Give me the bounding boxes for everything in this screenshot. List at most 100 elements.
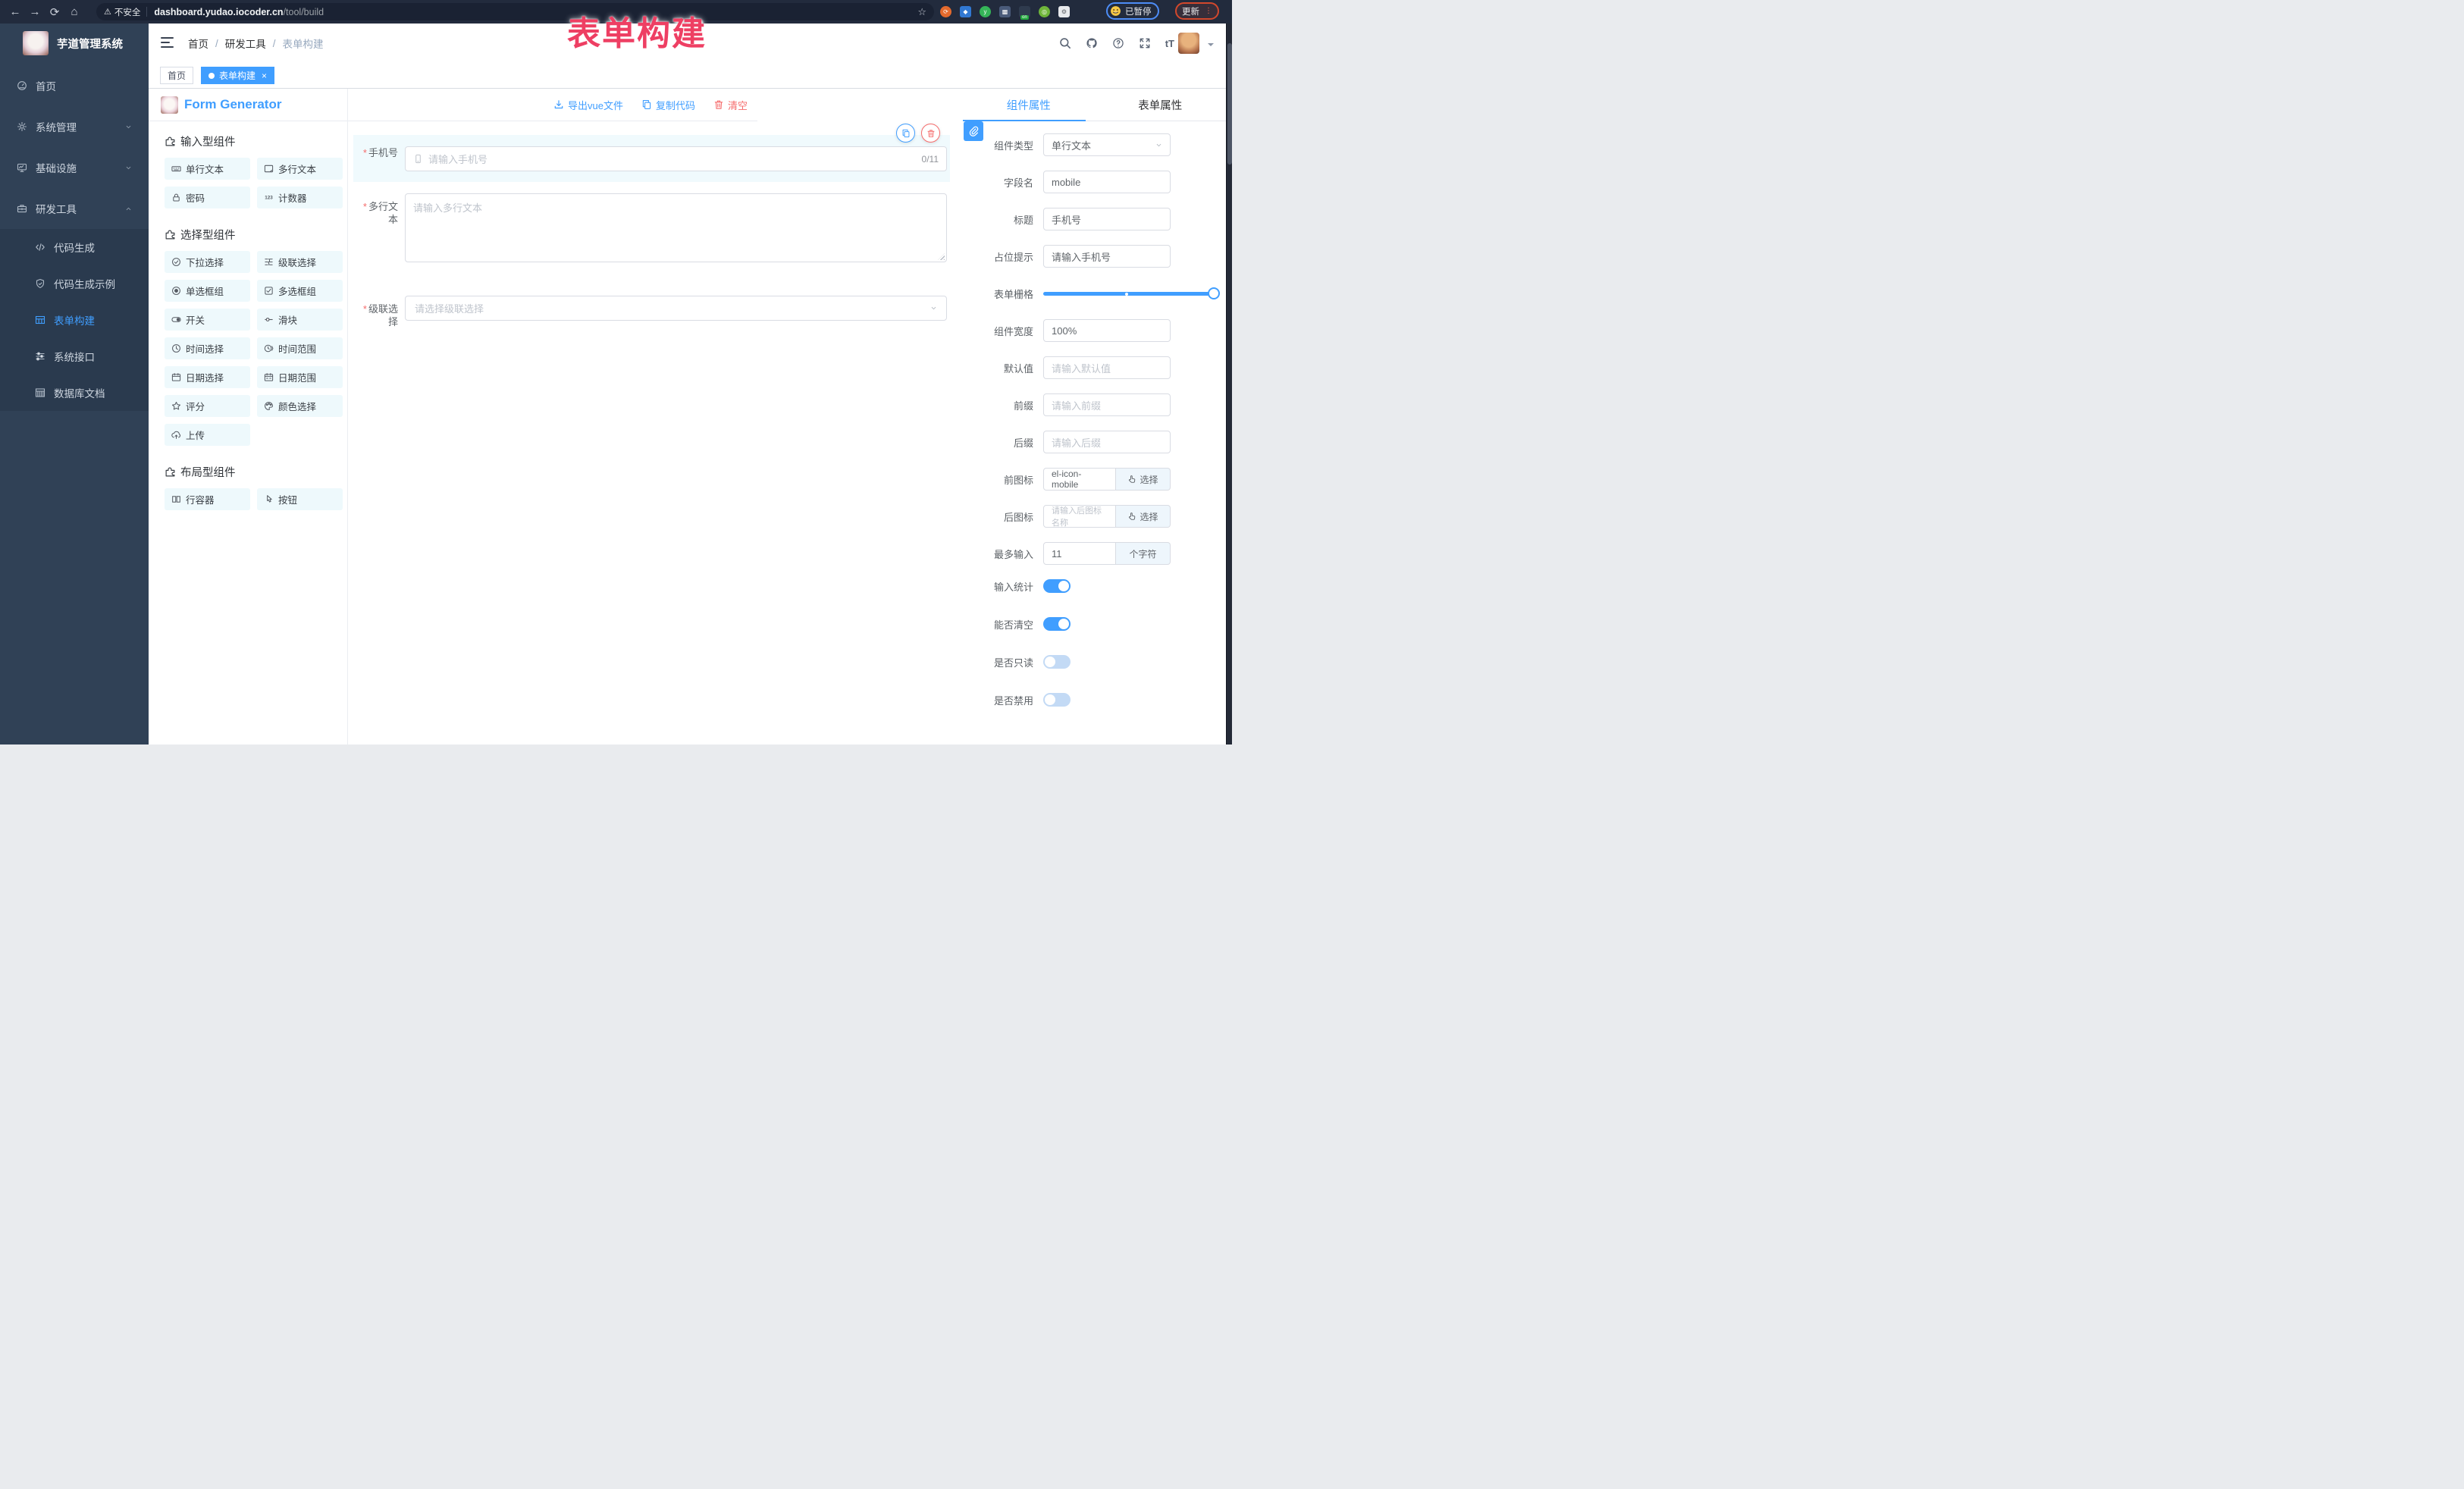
prefix-input[interactable]: 请输入前缀 [1043, 393, 1171, 416]
canvas-field-mobile[interactable]: *手机号 请输入手机号 0/11 [353, 135, 950, 182]
export-vue-button[interactable]: 导出vue文件 [553, 98, 623, 112]
duplicate-field-button[interactable] [896, 124, 915, 143]
bookmark-star-icon[interactable]: ☆ [917, 6, 926, 18]
palette-item-switch[interactable]: 开关 [165, 309, 250, 331]
address-bar[interactable]: ⚠ 不安全 dashboard.yudao.iocoder.cn /tool/b… [96, 3, 934, 20]
github-icon[interactable] [1086, 37, 1098, 49]
extension-on-icon[interactable]: on [1019, 6, 1030, 17]
drawer-link-button[interactable] [964, 121, 983, 141]
palette-item-select[interactable]: 下拉选择 [165, 251, 250, 273]
disabled-toggle[interactable] [1043, 693, 1071, 707]
canvas-field-cascader[interactable]: *级联选择 请选择级联选择 [353, 296, 950, 328]
clear-button[interactable]: 清空 [713, 98, 748, 112]
puzzle-icon [165, 229, 176, 240]
sidebar-item-codegen[interactable]: 代码生成 [0, 229, 149, 265]
search-icon[interactable] [1059, 37, 1071, 49]
cascader-select[interactable]: 请选择级联选择 [405, 296, 947, 321]
tag-home[interactable]: 首页 [160, 67, 193, 84]
palette-item-date-range[interactable]: 日期范围 [257, 366, 343, 388]
slider-handle[interactable] [1208, 287, 1220, 299]
scrollbar-thumb[interactable] [1227, 43, 1232, 165]
sidebar-logo[interactable]: 芋道管理系统 [0, 24, 149, 63]
mobile-input[interactable]: 请输入手机号 0/11 [405, 146, 947, 171]
palette-item-row-container[interactable]: 行容器 [165, 488, 250, 510]
tab-form-props[interactable]: 表单属性 [1095, 89, 1227, 121]
breadcrumb-home[interactable]: 首页 [188, 36, 208, 51]
palette-item-password[interactable]: 密码 [165, 187, 250, 208]
extension-refresh-icon[interactable]: ⟳ [940, 6, 951, 17]
palette-item-color-picker[interactable]: 颜色选择 [257, 395, 343, 417]
sidebar-item-api[interactable]: 系统接口 [0, 338, 149, 375]
sidebar-item-infra[interactable]: 基础设施 [0, 147, 149, 188]
maxlength-input[interactable]: 11 [1043, 542, 1116, 565]
palette-item-time-picker[interactable]: 时间选择 [165, 337, 250, 359]
extension-ghost-icon[interactable]: ◎ [1039, 6, 1050, 17]
prefix-icon-input[interactable]: el-icon-mobile [1043, 468, 1116, 491]
tag-form-builder[interactable]: 表单构建 × [201, 67, 274, 84]
tag-label: 首页 [168, 69, 186, 82]
sidebar-item-home[interactable]: 首页 [0, 65, 149, 106]
placeholder-input[interactable]: 请输入手机号 [1043, 245, 1171, 268]
security-label[interactable]: 不安全 [114, 6, 141, 18]
tab-component-props[interactable]: 组件属性 [963, 89, 1095, 121]
palette-item-checkbox-group[interactable]: 多选框组 [257, 280, 343, 302]
close-icon[interactable]: × [262, 71, 267, 81]
field-name-input[interactable]: mobile [1043, 171, 1171, 193]
update-button[interactable]: 更新 ⋮ [1175, 2, 1219, 20]
title-input[interactable]: 手机号 [1043, 208, 1171, 230]
extension-y-icon[interactable]: y [980, 6, 991, 17]
browser-back-button[interactable]: ← [6, 0, 24, 24]
canvas-field-textarea[interactable]: *多行文本 请输入多行文本 [353, 193, 950, 262]
grid-slider[interactable] [1043, 282, 1218, 305]
sidebar-item-db-doc[interactable]: 数据库文档 [0, 375, 149, 411]
browser-home-button[interactable]: ⌂ [65, 0, 83, 24]
suffix-icon-choose-button[interactable]: 选择 [1116, 505, 1171, 528]
palette-item-counter[interactable]: 计数器 [257, 187, 343, 208]
palette-item-button[interactable]: 按钮 [257, 488, 343, 510]
delete-field-button[interactable] [921, 124, 940, 143]
breadcrumb-devtools[interactable]: 研发工具 [225, 36, 266, 51]
slider-track[interactable] [1043, 292, 1218, 296]
component-type-select[interactable]: 单行文本 [1043, 133, 1171, 156]
browser-reload-button[interactable]: ⟳ [45, 0, 64, 24]
page-scrollbar[interactable] [1226, 24, 1232, 744]
user-avatar[interactable] [1178, 33, 1199, 54]
sidebar-item-codegen-demo[interactable]: 代码生成示例 [0, 265, 149, 302]
font-size-icon[interactable]: tT [1165, 38, 1174, 49]
readonly-toggle[interactable] [1043, 655, 1071, 669]
palette-item-rate[interactable]: 评分 [165, 395, 250, 417]
kebab-menu-icon[interactable]: ⋮ [1205, 10, 1212, 13]
help-icon[interactable] [1112, 37, 1124, 49]
palette-item-textarea[interactable]: 多行文本 [257, 158, 343, 180]
properties-panel: 组件属性 表单属性 组件类型 单行文本 字段名 mobil [963, 89, 1226, 744]
palette-item-single-line-text[interactable]: 单行文本 [165, 158, 250, 180]
palette-item-date-picker[interactable]: 日期选择 [165, 366, 250, 388]
word-limit-toggle[interactable] [1043, 579, 1071, 593]
clearable-toggle[interactable] [1043, 617, 1071, 631]
extension-blue-icon[interactable]: ▩ [999, 6, 1011, 17]
sidebar-item-system[interactable]: 系统管理 [0, 106, 149, 147]
sidebar-item-form-builder[interactable]: 表单构建 [0, 302, 149, 338]
palette-item-slider[interactable]: 滑块 [257, 309, 343, 331]
copy-code-button[interactable]: 复制代码 [641, 98, 695, 112]
default-value-input[interactable]: 请输入默认值 [1043, 356, 1171, 379]
extension-gem-icon[interactable]: ◆ [960, 6, 971, 17]
width-input[interactable]: 100% [1043, 319, 1171, 342]
row-label: 表单栅格 [964, 287, 1043, 301]
suffix-icon-input[interactable]: 请输入后图标名称 [1043, 505, 1116, 528]
sidebar-item-devtools[interactable]: 研发工具 [0, 188, 149, 229]
user-menu-caret-icon[interactable] [1208, 43, 1214, 49]
number-123-icon [264, 193, 274, 202]
extension-puzzle-icon[interactable]: ⚙ [1058, 6, 1070, 17]
palette-item-time-range[interactable]: 时间范围 [257, 337, 343, 359]
palette-item-upload[interactable]: 上传 [165, 424, 250, 446]
palette-item-cascader[interactable]: 级联选择 [257, 251, 343, 273]
palette-item-radio-group[interactable]: 单选框组 [165, 280, 250, 302]
textarea-input[interactable]: 请输入多行文本 [405, 193, 947, 262]
prefix-icon-choose-button[interactable]: 选择 [1116, 468, 1171, 491]
browser-forward-button[interactable]: → [26, 0, 44, 24]
fullscreen-icon[interactable] [1139, 37, 1151, 49]
profile-chip[interactable]: 已暂停 [1106, 2, 1159, 20]
collapse-menu-icon[interactable] [161, 37, 174, 48]
suffix-input[interactable]: 请输入后缀 [1043, 431, 1171, 453]
